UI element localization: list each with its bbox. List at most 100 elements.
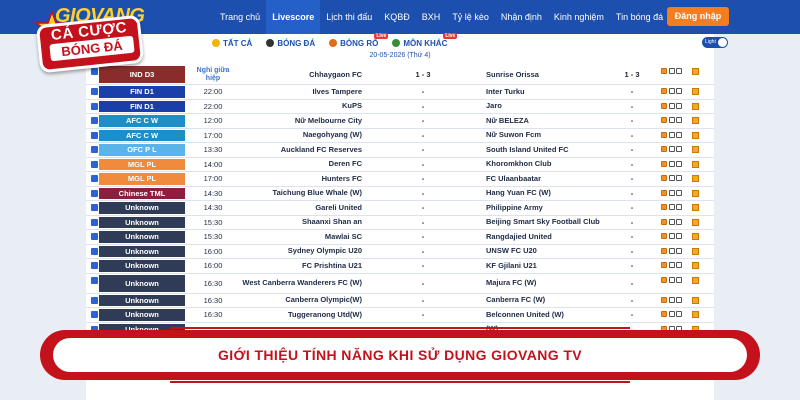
row-checkbox[interactable] xyxy=(91,276,98,284)
match-score[interactable]: - xyxy=(398,143,448,157)
odds-icon[interactable] xyxy=(661,102,667,109)
table-row[interactable]: MGL PL 14:00 Deren FC - Khoromkhon Club - xyxy=(86,158,714,172)
tab-sports-other[interactable]: MÔN KHÁC Live xyxy=(392,32,458,48)
league-badge[interactable]: Chinese TML xyxy=(99,187,185,199)
odds-icon[interactable] xyxy=(661,160,667,167)
tab-star[interactable]: TẤT CẢ xyxy=(212,39,252,48)
nav-item-5[interactable]: Tỷ lệ kèo xyxy=(446,0,495,34)
home-team[interactable]: Gareli United xyxy=(236,201,362,215)
league-badge[interactable]: Unknown xyxy=(99,294,185,306)
tab-soccer-ball[interactable]: BÓNG ĐÁ xyxy=(266,39,315,48)
league-badge[interactable]: AFC C W xyxy=(99,129,185,141)
table-row[interactable]: AFC C W 17:00 Naegohyang (W) - Nữ Suwon Fcm - xyxy=(86,129,714,143)
settings-icon[interactable] xyxy=(676,233,682,239)
stats-icon[interactable] xyxy=(668,247,675,254)
favorite-icon[interactable] xyxy=(692,175,699,182)
odds-icon[interactable] xyxy=(661,175,667,181)
stats-icon[interactable] xyxy=(668,117,675,123)
match-score[interactable]: - xyxy=(398,114,448,128)
home-team[interactable]: Sydney Olympic U20 xyxy=(236,245,362,259)
nav-item-7[interactable]: Kinh nghiệm xyxy=(548,0,610,34)
odds-icon[interactable] xyxy=(661,204,667,210)
match-score[interactable]: - xyxy=(398,85,448,99)
match-score[interactable]: - xyxy=(398,129,448,143)
settings-icon[interactable] xyxy=(676,160,682,167)
home-team[interactable]: Mawlai SC xyxy=(236,230,362,244)
stats-icon[interactable] xyxy=(668,296,675,303)
away-team[interactable]: South Island United FC xyxy=(486,143,616,157)
row-checkbox[interactable] xyxy=(91,311,98,318)
league-badge[interactable]: FIN D1 xyxy=(99,100,185,112)
match-score[interactable]: - xyxy=(398,294,448,308)
favorite-icon[interactable] xyxy=(692,218,699,226)
favorite-icon[interactable] xyxy=(692,276,699,284)
favorite-icon[interactable] xyxy=(692,160,699,168)
tab-basketball[interactable]: BÓNG RỔ Live xyxy=(329,32,389,48)
settings-icon[interactable] xyxy=(676,88,682,94)
row-checkbox[interactable] xyxy=(91,175,98,182)
home-team[interactable]: West Canberra Wanderers FC (W) xyxy=(236,274,362,293)
stats-icon[interactable] xyxy=(668,131,675,138)
away-team[interactable]: Canberra FC (W) xyxy=(486,294,616,308)
league-badge[interactable]: Unknown xyxy=(99,274,185,292)
table-row[interactable]: FIN D1 22:00 Ilves Tampere - Inter Turku - xyxy=(86,85,714,100)
stats-icon[interactable] xyxy=(668,204,675,210)
row-checkbox[interactable] xyxy=(91,117,98,124)
nav-item-2[interactable]: Lịch thi đấu xyxy=(320,0,378,34)
row-checkbox[interactable] xyxy=(91,189,98,197)
league-badge[interactable]: OFC P L xyxy=(99,144,185,156)
home-team[interactable]: Nữ Melbourne City xyxy=(236,114,362,128)
away-team[interactable]: Philippine Army xyxy=(486,201,616,215)
home-team[interactable]: Naegohyang (W) xyxy=(236,129,362,143)
home-team[interactable]: Chhaygaon FC xyxy=(236,65,362,84)
league-badge[interactable]: Unknown xyxy=(99,309,185,321)
settings-icon[interactable] xyxy=(676,189,682,196)
settings-icon[interactable] xyxy=(676,204,682,210)
odds-icon[interactable] xyxy=(661,233,667,239)
league-badge[interactable]: FIN D1 xyxy=(99,86,185,98)
table-row[interactable]: IND D3 Nghỉ giữa hiệp Chhaygaon FC 1 - 3 Sun… xyxy=(86,65,714,85)
favorite-icon[interactable] xyxy=(692,88,699,95)
settings-icon[interactable] xyxy=(676,296,682,303)
match-score[interactable]: - xyxy=(398,216,448,230)
nav-item-0[interactable]: Trang chủ xyxy=(214,0,266,34)
settings-icon[interactable] xyxy=(676,311,682,317)
away-team[interactable]: Hang Yuan FC (W) xyxy=(486,187,616,201)
table-row[interactable]: OFC P L 13:30 Auckland FC Reserves - South I… xyxy=(86,143,714,158)
settings-icon[interactable] xyxy=(676,247,682,254)
odds-icon[interactable] xyxy=(661,218,667,225)
nav-item-4[interactable]: BXH xyxy=(416,0,447,34)
row-checkbox[interactable] xyxy=(91,247,98,255)
favorite-icon[interactable] xyxy=(692,131,699,139)
stats-icon[interactable] xyxy=(668,175,675,181)
home-team[interactable]: Hunters FC xyxy=(236,172,362,186)
match-score[interactable]: 1 - 3 xyxy=(398,65,448,84)
match-score[interactable]: - xyxy=(398,172,448,186)
favorite-icon[interactable] xyxy=(692,102,699,110)
league-badge[interactable]: Unknown xyxy=(99,260,185,272)
match-score[interactable]: - xyxy=(398,230,448,244)
stats-icon[interactable] xyxy=(668,88,675,94)
stats-icon[interactable] xyxy=(668,146,675,152)
odds-icon[interactable] xyxy=(661,296,667,303)
away-team[interactable]: Sunrise Orissa xyxy=(486,65,616,84)
table-row[interactable]: MGL PL 17:00 Hunters FC - FC Ulaanbaatar - xyxy=(86,172,714,187)
table-row[interactable]: Unknown 16:00 FC Prishtina U21 - KF Gjilani … xyxy=(86,259,714,274)
away-team[interactable]: KF Gjilani U21 xyxy=(486,259,616,273)
favorite-icon[interactable] xyxy=(692,146,699,153)
row-checkbox[interactable] xyxy=(91,160,98,168)
settings-icon[interactable] xyxy=(676,102,682,109)
stats-icon[interactable] xyxy=(668,311,675,317)
nav-item-3[interactable]: KQBĐ xyxy=(378,0,416,34)
favorite-icon[interactable] xyxy=(692,204,699,211)
table-row[interactable]: Unknown 16:30 West Canberra Wanderers FC (… xyxy=(86,274,714,294)
row-checkbox[interactable] xyxy=(91,296,98,304)
table-row[interactable]: Chinese TML 14:30 Taichung Blue Whale (W) -… xyxy=(86,187,714,201)
match-score[interactable]: - xyxy=(398,158,448,172)
table-row[interactable]: Unknown 16:00 Sydney Olympic U20 - UNSW FC U… xyxy=(86,245,714,259)
stats-icon[interactable] xyxy=(668,189,675,196)
settings-icon[interactable] xyxy=(676,131,682,138)
odds-icon[interactable] xyxy=(661,131,667,138)
row-checkbox[interactable] xyxy=(91,204,98,211)
match-score[interactable]: - xyxy=(398,187,448,201)
